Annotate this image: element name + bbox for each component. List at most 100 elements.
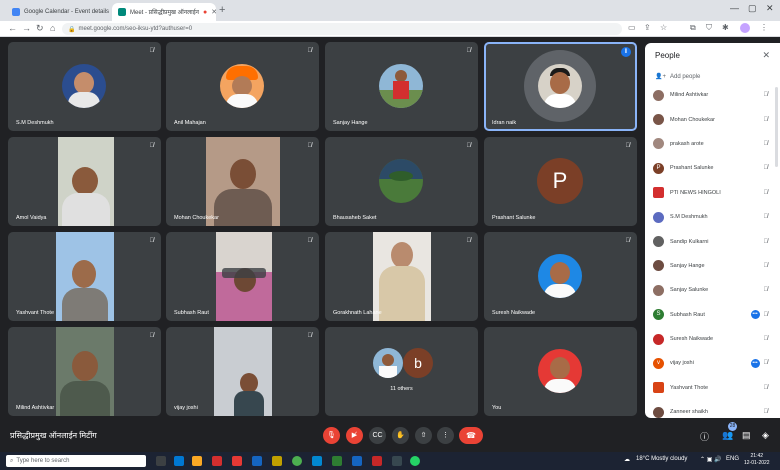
avatar: S bbox=[653, 309, 664, 321]
taskbar-search-input[interactable]: ⌕ Type here to search bbox=[6, 455, 146, 467]
pdf-icon[interactable] bbox=[232, 456, 242, 466]
list-item[interactable]: prakash arote 🎙̸ bbox=[645, 132, 780, 156]
more-options-button[interactable]: ⋮ bbox=[437, 427, 454, 444]
participant-tile[interactable]: 🎙̸ vijay joshi bbox=[166, 327, 319, 416]
mic-off-icon: 🎙̸ bbox=[307, 48, 313, 54]
forward-icon[interactable]: → bbox=[22, 23, 31, 33]
edge-icon[interactable] bbox=[174, 456, 184, 466]
self-tile[interactable]: You bbox=[484, 327, 637, 416]
participant-tile[interactable]: 🎙̸ Anil Mahajan bbox=[166, 42, 319, 131]
list-item[interactable]: Milind Ashtivkar 🎙̸ bbox=[645, 83, 780, 107]
list-item[interactable]: Sanjay Hange 🎙̸ bbox=[645, 254, 780, 278]
camera-status-icon[interactable]: ▭ bbox=[628, 23, 636, 32]
app-icon[interactable] bbox=[372, 456, 382, 466]
clock[interactable]: 21:42 12-01-2022 bbox=[744, 453, 770, 467]
raise-hand-button[interactable]: ✋ bbox=[392, 427, 409, 444]
participant-tile[interactable]: P 🎙̸ Prashant Salunke bbox=[484, 137, 637, 226]
list-item[interactable]: Zanneer shaikh 🎙̸ bbox=[645, 400, 780, 418]
more-menu-icon[interactable]: ⋮ bbox=[760, 23, 768, 32]
leave-call-button[interactable]: ☎ bbox=[459, 427, 483, 444]
address-bar[interactable]: 🔒 meet.google.com/seo-iksu-ytd?authuser=… bbox=[62, 23, 622, 35]
weather-text[interactable]: 18°C Mostly cloudy bbox=[636, 456, 687, 462]
captions-button[interactable]: CC bbox=[369, 427, 386, 444]
list-item[interactable]: P Prashant Salunke 🎙̸ bbox=[645, 156, 780, 180]
person-name: Sandip Kulkarni bbox=[670, 238, 709, 245]
participant-tile[interactable]: 🎙̸ Gorakhnath Lahane bbox=[325, 232, 478, 321]
tab-meet[interactable]: Meet - प्रसिद्धीप्रमुख ऑनलाईन ● ✕ bbox=[112, 3, 216, 21]
list-item[interactable]: Yashvant Thote 🎙̸ bbox=[645, 376, 780, 400]
activities-icon[interactable]: ◈ bbox=[762, 430, 769, 441]
mic-toggle-button[interactable]: 🎙 bbox=[323, 427, 340, 444]
others-tile[interactable]: b 11 others bbox=[325, 327, 478, 416]
people-panel: People ✕ 👤+ Add people Milind Ashtivkar 🎙… bbox=[645, 43, 780, 418]
chat-icon[interactable]: ▤ bbox=[742, 430, 751, 441]
store-icon[interactable] bbox=[312, 456, 322, 466]
list-item[interactable]: Sandip Kulkarni 🎙̸ bbox=[645, 229, 780, 253]
people-icon[interactable]: 👥 bbox=[722, 430, 733, 441]
more-options-icon[interactable]: ••• bbox=[750, 358, 760, 368]
mic-off-icon: 🎙̸ bbox=[763, 360, 769, 367]
camera-toggle-button[interactable]: ▶̸ bbox=[346, 427, 363, 444]
home-icon[interactable]: ⌂ bbox=[50, 23, 55, 33]
more-options-icon[interactable]: ••• bbox=[750, 310, 760, 320]
participant-avatar bbox=[538, 254, 582, 298]
others-count-label: 11 others bbox=[390, 386, 413, 392]
profile-avatar[interactable] bbox=[740, 23, 750, 33]
info-icon[interactable]: ⓘ bbox=[700, 430, 709, 443]
participant-tile[interactable]: 🎙̸ Suresh Naikwade bbox=[484, 232, 637, 321]
excel-icon[interactable] bbox=[332, 456, 342, 466]
task-view-icon[interactable] bbox=[156, 456, 166, 466]
participant-tile[interactable]: 🎙̸ Milind Ashtivkar bbox=[8, 327, 161, 416]
new-tab-icon[interactable]: + bbox=[219, 4, 225, 16]
participant-tile[interactable]: 🎙̸ Bhausaheb Saket bbox=[325, 137, 478, 226]
list-item[interactable]: S Subhash Raut ••• 🎙̸ bbox=[645, 303, 780, 327]
minimize-icon[interactable]: — bbox=[730, 3, 739, 13]
participant-tile[interactable]: 🎙̸ Sanjay Hange bbox=[325, 42, 478, 131]
list-item[interactable]: Suresh Naikwade 🎙̸ bbox=[645, 327, 780, 351]
participant-tile[interactable]: 🎙̸ S.M Deshmukh bbox=[8, 42, 161, 131]
folder-icon[interactable] bbox=[272, 456, 282, 466]
list-item[interactable]: v vijay joshi ••• 🎙̸ bbox=[645, 351, 780, 375]
back-icon[interactable]: ← bbox=[8, 23, 17, 33]
tab-google-calendar[interactable]: Google Calendar - Event details ✕ bbox=[6, 3, 110, 21]
chrome-icon[interactable] bbox=[292, 456, 302, 466]
avatar bbox=[653, 284, 664, 296]
participant-tile[interactable]: 🎙̸ Yashvant Thote bbox=[8, 232, 161, 321]
participant-tile[interactable]: 🎙̸ Subhash Raut bbox=[166, 232, 319, 321]
shield-icon[interactable]: ⛉ bbox=[706, 23, 712, 33]
mic-off-icon: 🎙̸ bbox=[307, 333, 313, 339]
list-item[interactable]: S.M Deshmukh 🎙̸ bbox=[645, 205, 780, 229]
participant-tile-active-speaker[interactable]: ⦀ Idran naik bbox=[484, 42, 637, 131]
calendar-icon bbox=[12, 8, 20, 16]
puzzle-icon[interactable]: ✱ bbox=[722, 23, 729, 32]
word-icon[interactable] bbox=[352, 456, 362, 466]
file-explorer-icon[interactable] bbox=[192, 456, 202, 466]
participant-tile[interactable]: 🎙̸ Amol Vaidya bbox=[8, 137, 161, 226]
close-tab-icon[interactable]: ✕ bbox=[211, 8, 216, 16]
word-icon[interactable] bbox=[252, 456, 262, 466]
participant-tile[interactable]: 🎙̸ Mohan Choukekar bbox=[166, 137, 319, 226]
scrollbar[interactable] bbox=[775, 87, 778, 167]
reload-icon[interactable]: ↻ bbox=[36, 23, 44, 34]
person-name: Zanneer shaikh bbox=[670, 409, 708, 416]
mic-off-icon: 🎙̸ bbox=[149, 238, 155, 244]
list-item[interactable]: Sanjay Salunke 🎙̸ bbox=[645, 278, 780, 302]
present-button[interactable]: ⇧ bbox=[415, 427, 432, 444]
whatsapp-icon[interactable] bbox=[410, 456, 420, 466]
list-item[interactable]: Mohan Choukekar 🎙̸ bbox=[645, 107, 780, 131]
list-item[interactable]: PTI NEWS HINGOLI 🎙̸ bbox=[645, 181, 780, 205]
input-language[interactable]: ENG bbox=[726, 456, 739, 462]
tray-icons[interactable]: ⌃ ▣ 🔊 bbox=[700, 456, 722, 463]
app-icon[interactable] bbox=[212, 456, 222, 466]
bookmark-star-icon[interactable]: ☆ bbox=[660, 23, 667, 32]
close-panel-icon[interactable]: ✕ bbox=[762, 50, 770, 61]
extensions-icon[interactable]: ⧉ bbox=[690, 23, 696, 33]
close-window-icon[interactable]: ✕ bbox=[766, 3, 774, 14]
participant-letter-avatar: P bbox=[537, 158, 583, 204]
avatar bbox=[653, 211, 664, 223]
share-icon[interactable]: ⇪ bbox=[644, 23, 651, 32]
add-people-button[interactable]: 👤+ Add people bbox=[655, 73, 700, 81]
app-icon[interactable] bbox=[392, 456, 402, 466]
maximize-icon[interactable]: ▢ bbox=[748, 3, 757, 14]
person-name: Milind Ashtivkar bbox=[670, 92, 709, 99]
